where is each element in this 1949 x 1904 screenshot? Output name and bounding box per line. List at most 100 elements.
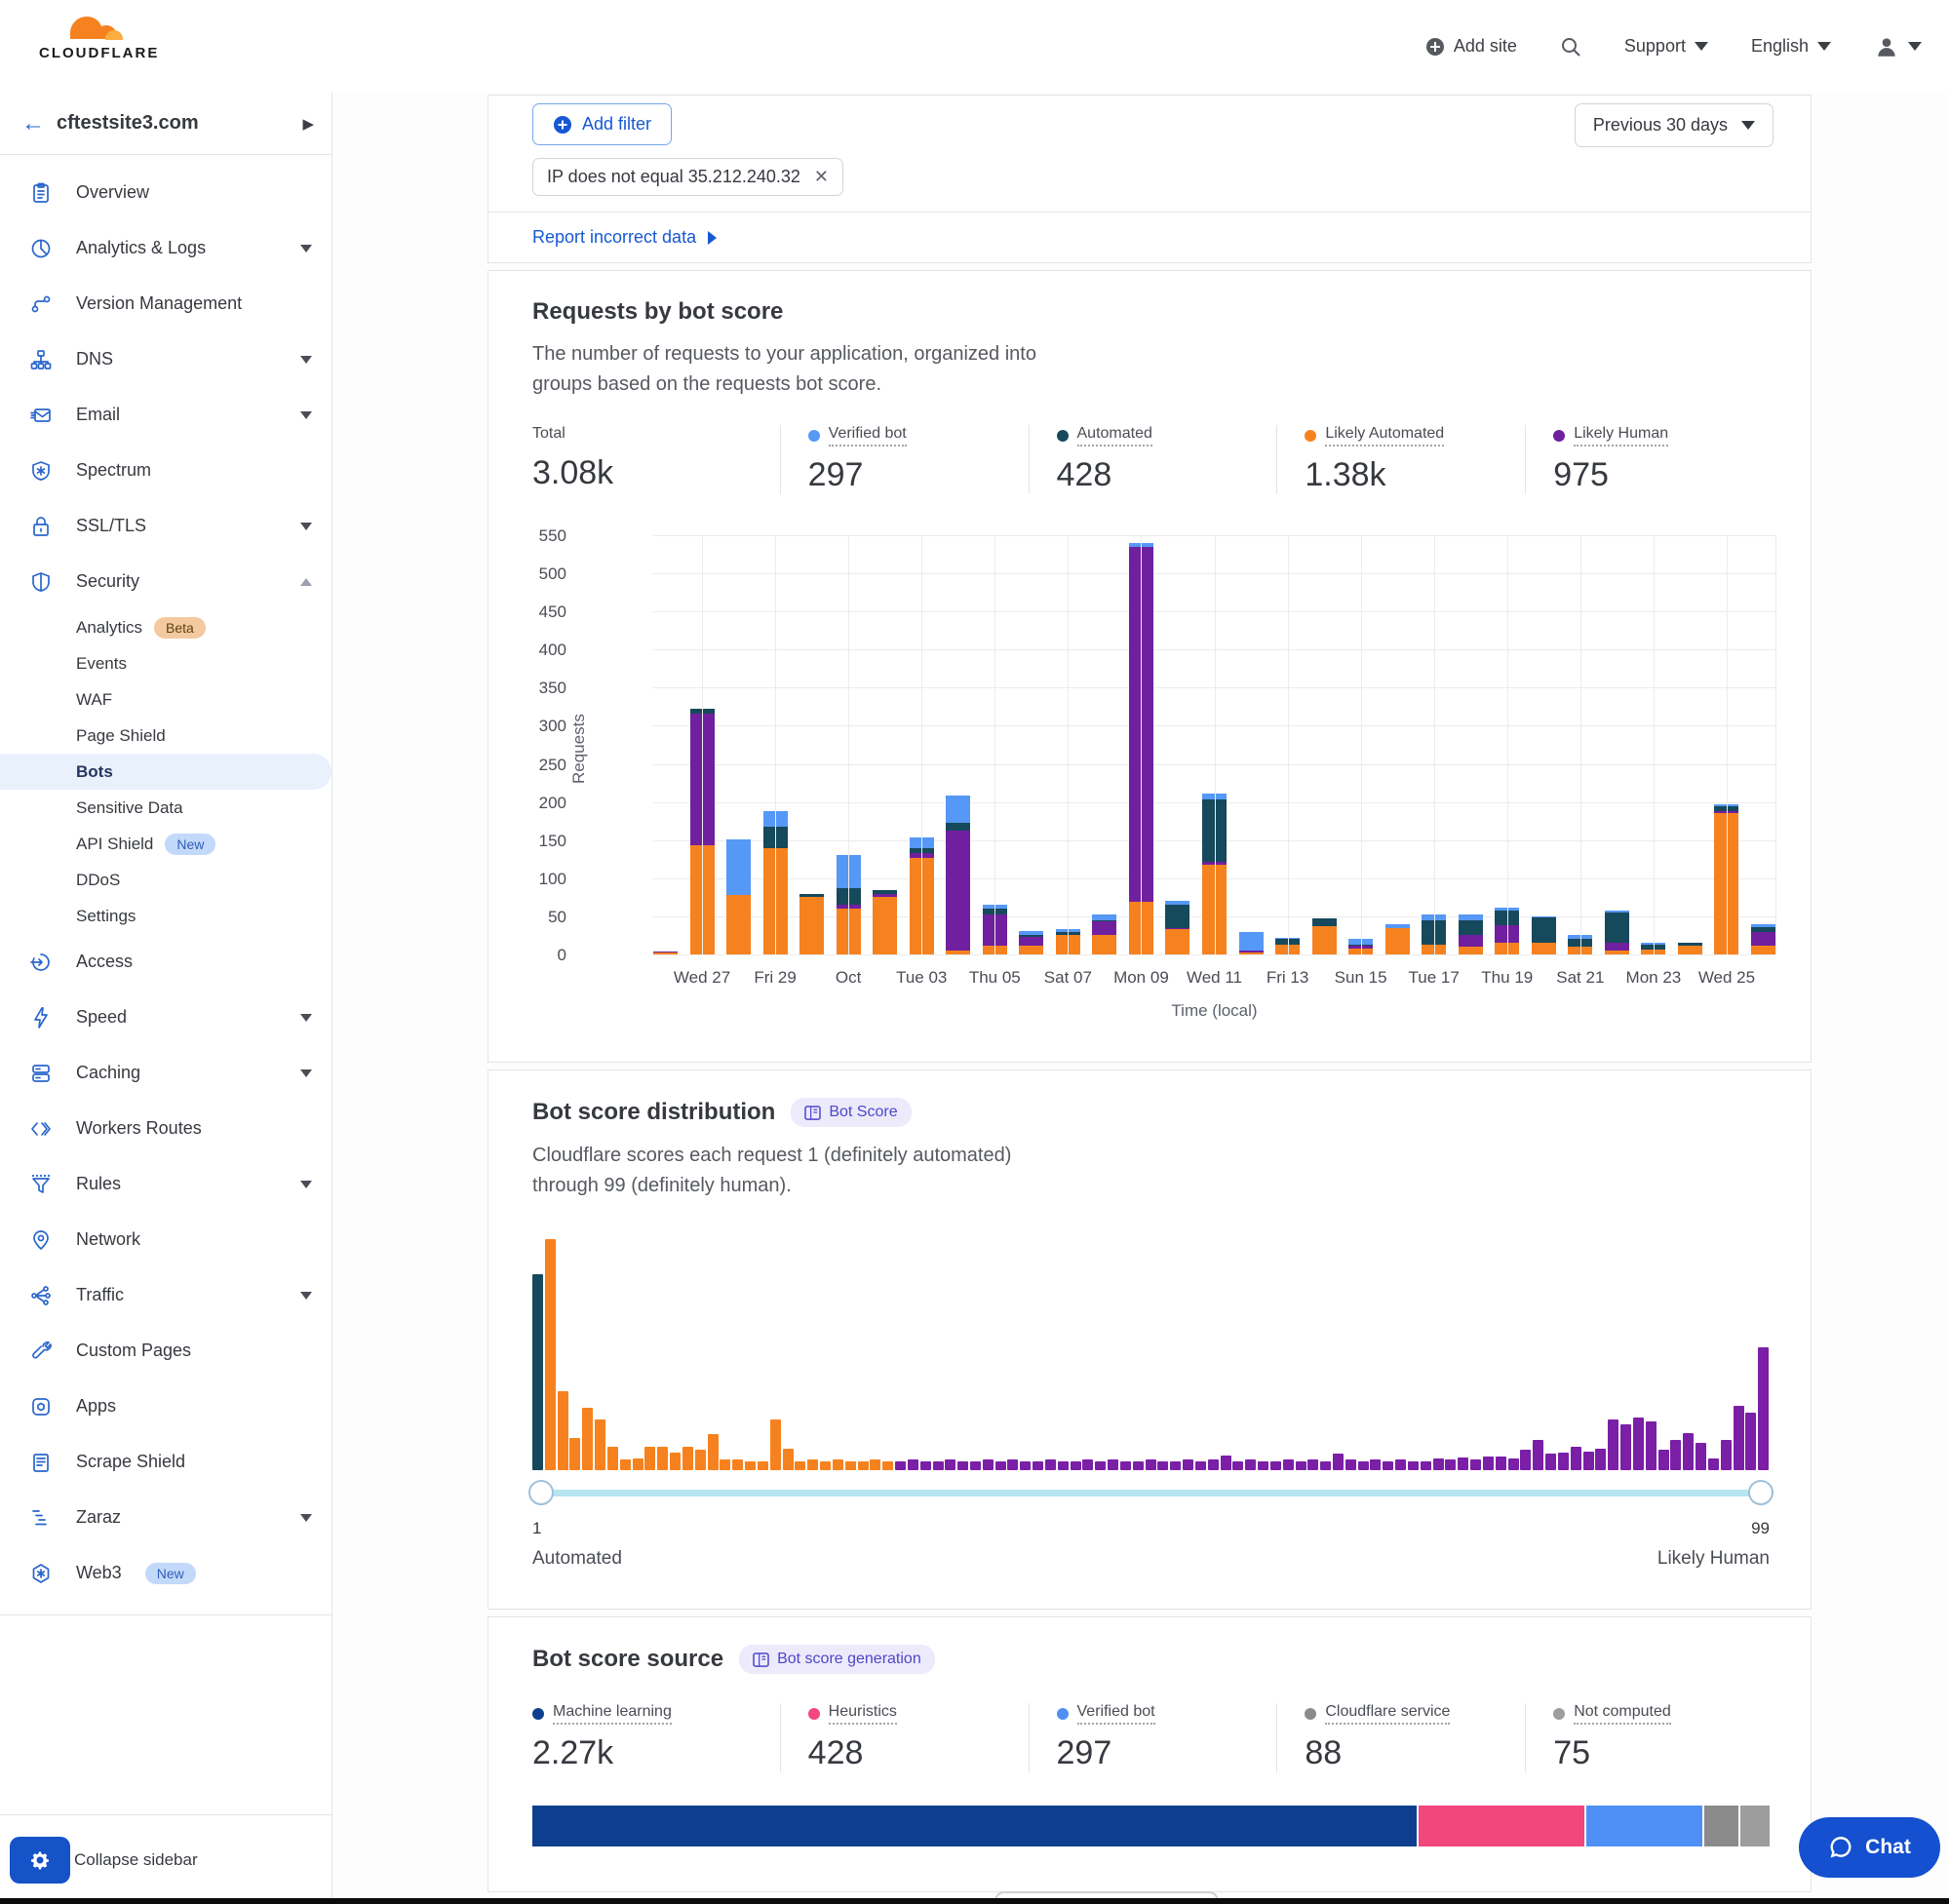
score-range-slider[interactable] [532,1480,1770,1505]
slider-handle-max[interactable] [1748,1480,1774,1505]
support-menu[interactable]: Support [1624,36,1708,57]
collapse-sidebar-row: Collapse sidebar [0,1814,331,1904]
sidebar-item-custom-pages[interactable]: Custom Pages [0,1323,331,1379]
bot-score-generation-docs-badge[interactable]: Bot score generation [739,1645,935,1674]
stat-not-computed: Not computed75 [1525,1703,1774,1772]
histogram-bar-score-43 [1058,1461,1069,1470]
sidebar-item-overview[interactable]: Overview [0,165,331,220]
settings-gear-button[interactable] [10,1837,70,1884]
histogram-bar-score-31 [908,1459,918,1470]
histogram-bar-score-18 [745,1461,756,1470]
histogram-bar-score-71 [1408,1461,1419,1470]
chevron-down-icon [300,245,312,253]
sidebar-subitem-events[interactable]: Events [0,645,331,681]
sidebar-subitem-sensitive-data[interactable]: Sensitive Data [0,790,331,826]
chevron-right-icon[interactable]: ▶ [302,115,314,133]
sidebar-item-traffic[interactable]: Traffic [0,1267,331,1323]
sidebar-item-zaraz[interactable]: Zaraz [0,1490,331,1545]
section-description: The number of requests to your applicati… [532,339,1234,400]
version-icon [29,292,53,316]
sidebar-item-email[interactable]: Email [0,387,331,443]
sidebar-subitem-page-shield[interactable]: Page Shield [0,718,331,754]
sidebar-subitem-api-shield[interactable]: API ShieldNew [0,826,331,862]
stat-total: Total3.08k [532,425,780,494]
stacked-bar-sat-14 [1312,918,1337,954]
slider-handle-min[interactable] [528,1480,554,1505]
histogram-bar-score-67 [1358,1461,1369,1470]
histogram-bar-score-22 [795,1461,805,1470]
histogram-bar-score-64 [1320,1461,1331,1470]
chevron-down-icon [300,1514,312,1522]
histogram-bar-score-30 [895,1461,906,1470]
legend-dot [1305,430,1316,442]
stat-value: 975 [1553,456,1764,494]
slider-track[interactable] [532,1490,1770,1496]
date-range-dropdown[interactable]: Previous 30 days [1575,103,1774,147]
add-filter-button[interactable]: Add filter [532,103,672,145]
bot-score-docs-badge[interactable]: Bot Score [791,1098,911,1127]
histogram-bar-score-44 [1071,1461,1081,1470]
access-icon [29,951,53,974]
report-incorrect-data-link[interactable]: Report incorrect data [532,227,696,248]
chat-button[interactable]: Chat [1799,1817,1940,1878]
legend-dot [1057,430,1069,442]
histogram-bar-score-90 [1646,1421,1657,1470]
sidebar-item-version-management[interactable]: Version Management [0,276,331,331]
sidebar-item-network[interactable]: Network [0,1212,331,1267]
sidebar-item-caching[interactable]: Caching [0,1045,331,1101]
sidebar-item-web3[interactable]: Web3New [0,1545,331,1601]
sidebar-item-spectrum[interactable]: Spectrum [0,443,331,498]
histogram-bar-score-61 [1283,1459,1294,1470]
sidebar-subitem-waf[interactable]: WAF [0,681,331,718]
sidebar-subitem-settings[interactable]: Settings [0,898,331,934]
collapse-sidebar-label[interactable]: Collapse sidebar [74,1850,198,1870]
histogram-bar-score-52 [1170,1461,1181,1470]
histogram-bar-score-63 [1307,1459,1318,1470]
histogram-bar-score-97 [1734,1406,1744,1470]
histogram-bar-score-48 [1120,1461,1131,1470]
sidebar-subitem-ddos[interactable]: DDoS [0,862,331,898]
section-title: Bot score distribution [532,1099,775,1126]
sidebar-item-speed[interactable]: Speed [0,990,331,1045]
stacked-bar-thu-28 [726,839,751,954]
histogram-bar-score-55 [1208,1459,1219,1470]
account-menu[interactable] [1874,34,1922,59]
legend-dot [1553,1708,1565,1720]
y-tick: 50 [508,908,566,927]
sidebar-subitem-analytics[interactable]: AnalyticsBeta [0,609,331,645]
x-tick: Mon 23 [1626,968,1682,988]
search-button[interactable] [1560,36,1581,58]
legend-dot [1553,430,1565,442]
back-arrow-icon[interactable]: ← [21,110,57,137]
histogram-bar-score-46 [1095,1461,1106,1470]
add-site-button[interactable]: Add site [1425,36,1517,57]
sidebar-item-rules[interactable]: Rules [0,1156,331,1212]
stat-value: 297 [808,456,1019,494]
x-tick: Wed 25 [1698,968,1755,988]
sidebar-item-security[interactable]: Security [0,554,331,609]
histogram-bar-score-10 [644,1447,655,1470]
web3-icon [29,1562,53,1585]
sidebar-item-scrape-shield[interactable]: Scrape Shield [0,1434,331,1490]
histogram-bar-score-65 [1333,1454,1344,1470]
histogram-bar-score-99 [1758,1347,1769,1470]
histogram-bar-score-57 [1232,1461,1243,1470]
language-menu[interactable]: English [1751,36,1831,57]
sidebar-item-analytics-logs[interactable]: Analytics & Logs [0,220,331,276]
histogram-bar-score-88 [1620,1424,1631,1470]
sidebar-item-access[interactable]: Access [0,934,331,990]
sidebar-subitem-bots[interactable]: Bots [0,754,331,790]
sidebar-item-ssl-tls[interactable]: SSL/TLS [0,498,331,554]
filter-chip[interactable]: IP does not equal 35.212.240.32 ✕ [532,158,843,196]
close-icon[interactable]: ✕ [814,167,829,187]
histogram-bar-score-45 [1082,1459,1093,1470]
histogram-bar-score-82 [1545,1454,1556,1470]
section-title: Bot score source [532,1646,723,1673]
sidebar-item-workers-routes[interactable]: Workers Routes [0,1101,331,1156]
histogram-bar-score-34 [945,1459,955,1470]
sidebar-item-dns[interactable]: DNS [0,331,331,387]
chevron-down-icon [300,1014,312,1022]
stacked-bar-sun-08 [1092,914,1116,954]
sidebar-item-apps[interactable]: Apps [0,1379,331,1434]
histogram-bar-score-47 [1108,1459,1118,1470]
